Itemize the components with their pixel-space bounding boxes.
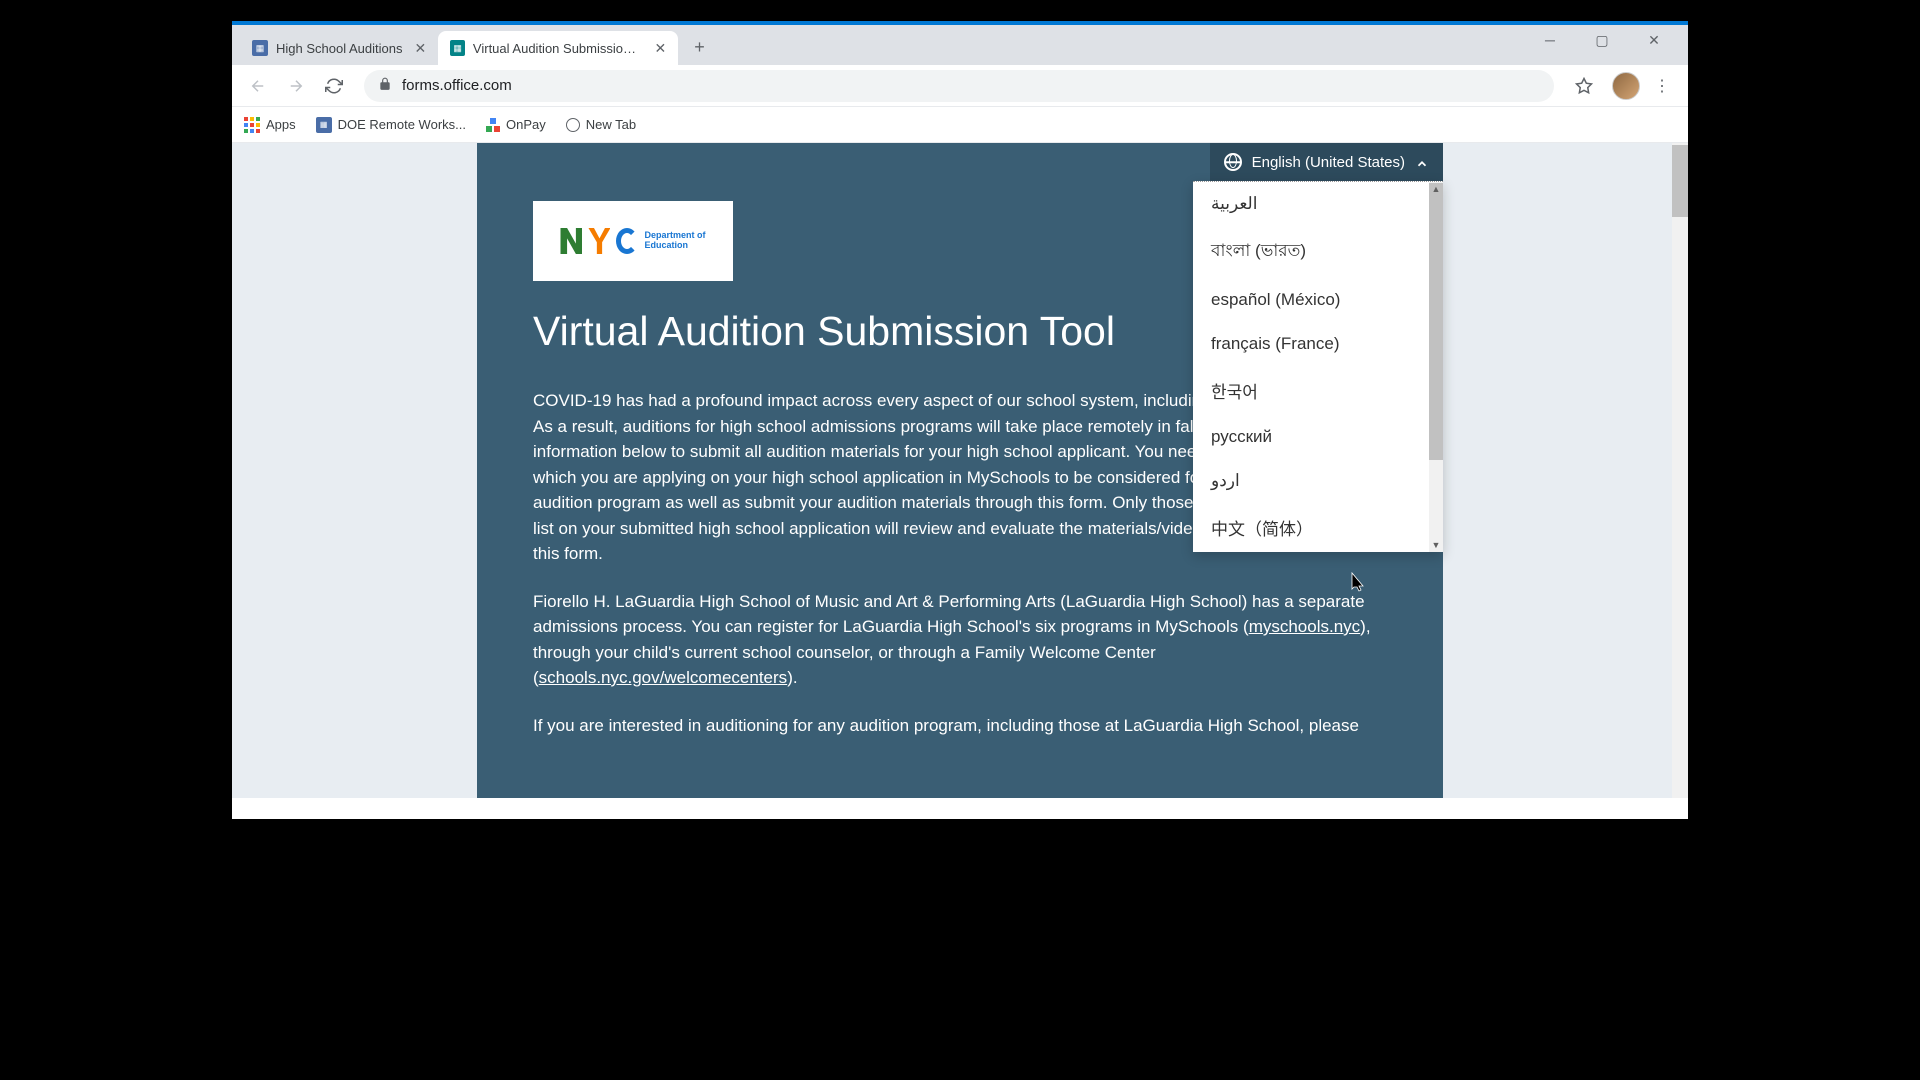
language-option[interactable]: 한국어 — [1193, 366, 1443, 415]
language-option[interactable]: français (France) — [1193, 322, 1443, 366]
cursor-icon — [1346, 571, 1366, 600]
page-scrollbar[interactable] — [1672, 143, 1688, 798]
browser-menu-button[interactable]: ⋮ — [1646, 76, 1678, 96]
language-current: English (United States) — [1252, 154, 1405, 171]
nyc-c-icon — [616, 228, 638, 254]
bookmark-doe[interactable]: ▦ DOE Remote Works... — [316, 117, 466, 133]
language-dropdown: العربيةবাংলা (ভারত)español (México)franç… — [1193, 181, 1443, 552]
logo-text: Department ofEducation — [644, 231, 705, 251]
globe-icon — [566, 118, 580, 132]
form-title: Virtual Audition Submission Tool — [533, 308, 1115, 355]
bookmark-apps[interactable]: Apps — [244, 117, 296, 133]
language-option[interactable]: español (México) — [1193, 278, 1443, 322]
doc-icon: ▦ — [316, 117, 332, 133]
link-myschools[interactable]: myschools.nyc — [1249, 617, 1360, 636]
address-bar: forms.office.com ⋮ — [232, 65, 1688, 107]
url-field[interactable]: forms.office.com — [364, 70, 1554, 102]
language-option[interactable]: اردو — [1193, 459, 1443, 503]
window-minimize[interactable]: ─ — [1530, 25, 1570, 55]
language-option[interactable]: العربية — [1193, 182, 1443, 226]
bookmark-label: OnPay — [506, 117, 546, 132]
language-option[interactable]: বাংলা (ভারত) — [1193, 226, 1443, 278]
dropdown-scrollbar[interactable]: ▲ ▼ — [1429, 182, 1443, 552]
scroll-thumb[interactable] — [1672, 145, 1688, 217]
chevron-up-icon — [1415, 153, 1429, 171]
form-container: English (United States) العربيةবাংলা (ভা… — [477, 143, 1443, 798]
tab-strip: ▦ High School Auditions ✕ ▦ Virtual Audi… — [232, 25, 1688, 65]
scroll-up-arrow-icon[interactable]: ▲ — [1429, 182, 1443, 196]
bookmark-onpay[interactable]: OnPay — [486, 117, 546, 132]
favicon-icon: ▦ — [252, 40, 268, 56]
nyc-n-icon — [560, 228, 582, 254]
onpay-icon — [486, 118, 500, 132]
apps-grid-icon — [244, 117, 260, 133]
org-logo: Department ofEducation — [533, 201, 733, 281]
scroll-thumb[interactable] — [1429, 183, 1443, 461]
url-text: forms.office.com — [402, 77, 512, 94]
form-paragraph: If you are interested in auditioning for… — [533, 713, 1387, 739]
reload-button[interactable] — [318, 70, 350, 102]
bookmark-label: New Tab — [586, 117, 636, 132]
bookmark-star-button[interactable] — [1568, 70, 1600, 102]
forward-button[interactable] — [280, 70, 312, 102]
window-close[interactable]: ✕ — [1634, 25, 1674, 55]
bookmark-label: DOE Remote Works... — [338, 117, 466, 132]
bookmark-label: Apps — [266, 117, 296, 132]
globe-icon — [1224, 153, 1242, 171]
tab-inactive[interactable]: ▦ High School Auditions ✕ — [240, 31, 438, 65]
back-button[interactable] — [242, 70, 274, 102]
close-icon[interactable]: ✕ — [414, 40, 426, 57]
language-option[interactable]: 中文（简体） — [1193, 503, 1443, 552]
language-option[interactable]: русский — [1193, 415, 1443, 459]
lock-icon — [378, 77, 392, 94]
bookmarks-bar: Apps ▦ DOE Remote Works... OnPay New Tab — [232, 107, 1688, 143]
nyc-y-icon — [588, 228, 610, 254]
profile-avatar[interactable] — [1612, 72, 1640, 100]
bookmark-newtab[interactable]: New Tab — [566, 117, 636, 132]
form-paragraph: Fiorello H. LaGuardia High School of Mus… — [533, 589, 1387, 691]
favicon-icon: ▦ — [450, 40, 465, 56]
tab-active[interactable]: ▦ Virtual Audition Submission Tool ✕ — [438, 31, 678, 65]
scroll-down-arrow-icon[interactable]: ▼ — [1429, 538, 1443, 552]
window-maximize[interactable]: ▢ — [1582, 25, 1622, 55]
close-icon[interactable]: ✕ — [654, 40, 666, 57]
language-selector[interactable]: English (United States) — [1210, 143, 1443, 181]
link-welcome-centers[interactable]: schools.nyc.gov/welcomecenters — [539, 668, 788, 687]
tab-title: Virtual Audition Submission Tool — [473, 41, 643, 56]
page-viewport: English (United States) العربيةবাংলা (ভা… — [232, 143, 1688, 798]
new-tab-button[interactable]: + — [686, 33, 713, 62]
tab-title: High School Auditions — [276, 41, 402, 56]
